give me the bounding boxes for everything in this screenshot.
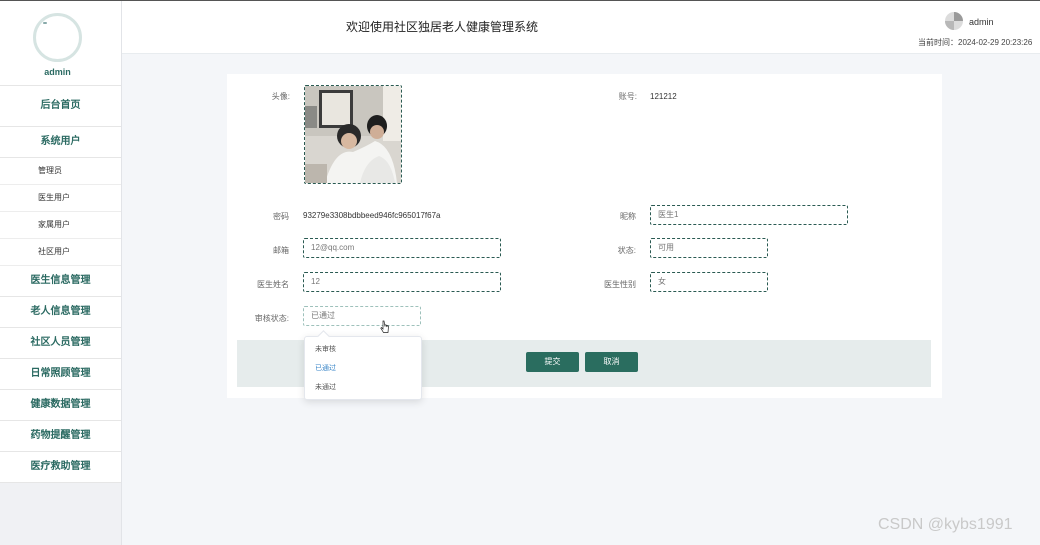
sidebar-item-elder-info[interactable]: 老人信息管理	[0, 297, 121, 328]
doctor-gender-label: 医生性别	[604, 280, 636, 289]
sidebar-item-doctor-users[interactable]: 医生用户	[0, 185, 121, 212]
sidebar-profile: admin	[0, 1, 121, 86]
sidebar-item-health-data[interactable]: 健康数据管理	[0, 390, 121, 421]
email-input[interactable]: 12@qq.com	[303, 238, 501, 258]
dropdown-option[interactable]: 未审核	[315, 344, 336, 354]
avatar-upload[interactable]	[304, 85, 402, 184]
header-username[interactable]: admin	[969, 17, 994, 27]
sidebar-item-community-users[interactable]: 社区用户	[0, 239, 121, 266]
sidebar-item-admin[interactable]: 管理员	[0, 158, 121, 185]
avatar-photo	[305, 86, 401, 183]
audit-status-select[interactable]: 已通过	[303, 306, 421, 326]
cancel-button[interactable]: 取消	[585, 352, 638, 372]
sidebar-item-medical-aid[interactable]: 医疗救助管理	[0, 452, 121, 483]
avatar[interactable]	[33, 13, 82, 62]
avatar-label: 头像:	[271, 92, 290, 101]
mouse-cursor-icon	[380, 320, 389, 333]
time-label: 当前时间：	[918, 38, 958, 47]
submit-button[interactable]: 提交	[526, 352, 579, 372]
doctor-name-input[interactable]: 12	[303, 272, 501, 292]
sidebar-item-medication-reminder[interactable]: 药物提醒管理	[0, 421, 121, 452]
nickname-label: 昵称	[620, 212, 636, 221]
doctor-name-label: 医生姓名	[257, 280, 289, 289]
time-value: 2024-02-29 20:23:26	[958, 38, 1033, 47]
sidebar-username: admin	[44, 67, 71, 77]
header: 欢迎使用社区独居老人健康管理系统 admin 当前时间：2024-02-29 2…	[122, 1, 1040, 54]
dropdown-option[interactable]: 未通过	[315, 382, 336, 392]
sidebar-item-daily-care[interactable]: 日常照顾管理	[0, 359, 121, 390]
nickname-input[interactable]: 医生1	[650, 205, 848, 225]
audit-status-dropdown: 未审核 已通过 未通过	[304, 330, 422, 400]
dropdown-option-selected[interactable]: 已通过	[315, 363, 336, 373]
account-value: 121212	[650, 92, 677, 101]
sidebar-item-system-users[interactable]: 系统用户	[0, 127, 121, 158]
account-label: 账号:	[618, 92, 637, 101]
sidebar-item-doctor-info[interactable]: 医生信息管理	[0, 266, 121, 297]
password-label: 密码	[273, 212, 289, 221]
current-time: 当前时间：2024-02-29 20:23:26	[918, 37, 1032, 48]
password-value: 93279e3308bdbbeed946fc965017f67a	[303, 211, 441, 220]
email-label: 邮箱	[273, 246, 289, 255]
sidebar-item-home[interactable]: 后台首页	[0, 86, 121, 127]
doctor-gender-input[interactable]: 女	[650, 272, 768, 292]
watermark: CSDN @kybs1991	[878, 516, 1013, 533]
user-avatar-icon[interactable]	[944, 11, 964, 31]
page-title: 欢迎使用社区独居老人健康管理系统	[346, 20, 539, 34]
sidebar-item-community-staff[interactable]: 社区人员管理	[0, 328, 121, 359]
audit-status-label: 审核状态:	[254, 314, 289, 323]
sidebar: admin 后台首页 系统用户 管理员 医生用户 家属用户 社区用户 医生信息管…	[0, 1, 122, 545]
status-label: 状态:	[617, 246, 636, 255]
sidebar-menu: 后台首页 系统用户 管理员 医生用户 家属用户 社区用户 医生信息管理 老人信息…	[0, 86, 121, 483]
status-input[interactable]: 可用	[650, 238, 768, 258]
sidebar-item-family-users[interactable]: 家属用户	[0, 212, 121, 239]
